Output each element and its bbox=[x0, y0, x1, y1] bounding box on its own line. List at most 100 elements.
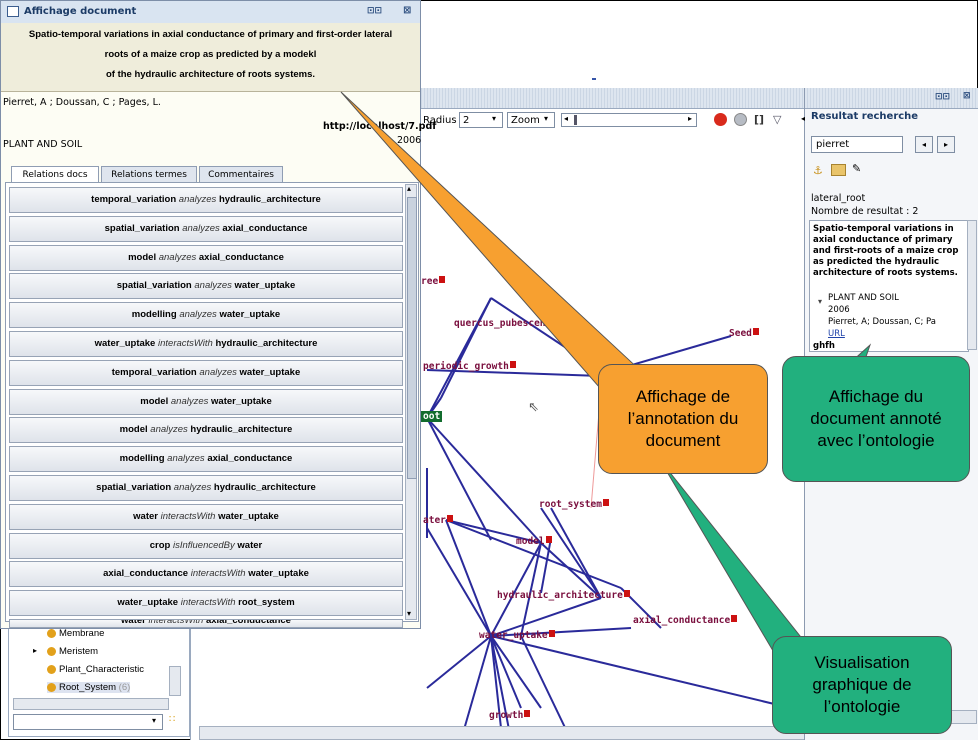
relation-predicate: analyzes bbox=[194, 280, 232, 292]
tree-expand-icon[interactable]: ▾ bbox=[818, 297, 822, 306]
scroll-down-icon[interactable]: ▾ bbox=[407, 609, 411, 618]
relation-object: axial_conductance bbox=[207, 453, 293, 465]
relation-row[interactable]: model analyzes axial_conductance bbox=[9, 244, 403, 271]
graph-callout: Visualisation graphique de l’ontologie bbox=[772, 636, 952, 734]
node-seed[interactable]: Seed bbox=[729, 328, 759, 339]
pencil-icon[interactable]: ✎ bbox=[852, 162, 861, 175]
relation-object: hydraulic_architecture bbox=[218, 194, 321, 205]
relation-row[interactable]: model analyzes water_uptake bbox=[9, 388, 403, 415]
relation-predicate: analyzes bbox=[199, 366, 237, 378]
tab-commentaires[interactable]: Commentaires bbox=[199, 166, 283, 182]
node-axial-conductance[interactable]: axial_conductance bbox=[633, 615, 738, 626]
result-scrollbar[interactable] bbox=[967, 220, 977, 350]
relation-predicate: interactsWith bbox=[148, 619, 204, 626]
tree-collapsed-icon[interactable]: ▸ bbox=[33, 646, 37, 655]
anchor-icon[interactable]: ⚓ bbox=[813, 164, 823, 177]
relation-object: water_uptake bbox=[234, 280, 296, 292]
relation-row[interactable]: spatial_variation analyzes water_uptake bbox=[9, 273, 403, 300]
result-count: Nombre de resultat : 2 bbox=[811, 206, 919, 217]
tab-relations-docs[interactable]: Relations docs bbox=[11, 166, 99, 182]
relation-predicate: interactsWith bbox=[190, 568, 246, 580]
result-doc-title[interactable]: Spatio-temporal variations in axial cond… bbox=[813, 224, 965, 279]
node-water-uptake[interactable]: water_uptake bbox=[479, 630, 555, 641]
relation-subject: water_uptake bbox=[94, 338, 156, 349]
collapse-icon[interactable]: ◂ bbox=[801, 114, 805, 123]
tree-filter-select[interactable]: ▾ bbox=[13, 714, 163, 730]
node-growth[interactable]: growth bbox=[489, 710, 531, 721]
relation-row[interactable]: spatial_variation analyzes axial_conduct… bbox=[9, 215, 403, 242]
scroll-up-icon[interactable]: ▴ bbox=[407, 184, 411, 193]
scroll-thumb[interactable] bbox=[407, 197, 417, 479]
relation-row[interactable]: water_uptake interactsWith hydraulic_arc… bbox=[9, 331, 403, 357]
tree-item-plant-characteristic[interactable]: Plant_Characteristic bbox=[47, 664, 144, 675]
result-url-link[interactable]: URL bbox=[828, 329, 845, 339]
relation-object: water_uptake bbox=[239, 366, 301, 378]
relation-row[interactable]: crop isInfluencedBy water bbox=[9, 532, 403, 559]
relation-row[interactable]: water interactsWith water_uptake bbox=[9, 503, 403, 530]
relation-row[interactable]: temporal_variation analyzes hydraulic_ar… bbox=[9, 187, 403, 213]
relation-row[interactable]: modelling analyzes water_uptake bbox=[9, 302, 403, 329]
concept-label: lateral_root bbox=[811, 193, 866, 204]
search-input[interactable]: pierret bbox=[811, 136, 903, 153]
relation-object: water_uptake bbox=[218, 510, 279, 522]
doc-url-link[interactable]: http://localhost/7.pdf bbox=[323, 121, 436, 132]
relation-row[interactable]: modelling analyzes axial_conductance bbox=[9, 446, 403, 473]
relation-row[interactable]: temporal_variation analyzes water_uptake bbox=[9, 359, 403, 386]
doc-journal: PLANT AND SOIL bbox=[3, 139, 83, 150]
tab-relations-termes[interactable]: Relations termes bbox=[101, 166, 197, 182]
node-root-system[interactable]: root_system bbox=[539, 499, 609, 510]
node-quercus-pubescens[interactable]: quercus_pubescens bbox=[454, 318, 551, 329]
relation-object: axial_conductance bbox=[198, 251, 284, 263]
close-icon[interactable]: ⊠ bbox=[963, 91, 971, 101]
document-window-titlebar[interactable]: Affichage document ⊡⊡ ⊠ bbox=[1, 1, 420, 24]
filter-options-icon[interactable]: ∷ bbox=[169, 714, 175, 725]
tree-vertical-scrollbar[interactable] bbox=[169, 666, 181, 696]
relation-object: water_uptake bbox=[248, 568, 309, 580]
result-year: 2006 bbox=[828, 305, 850, 315]
node-model[interactable]: model bbox=[516, 536, 552, 547]
next-button[interactable]: ▸ bbox=[937, 136, 955, 153]
close-icon[interactable]: ⊠ bbox=[403, 5, 411, 16]
tree-item-root-system[interactable]: Root_System (6) bbox=[47, 682, 131, 693]
relation-row[interactable]: water interactsWith axial_conductance bbox=[9, 619, 403, 628]
node-periodic-growth[interactable]: periodic_growth bbox=[423, 361, 516, 372]
relation-row[interactable]: model analyzes hydraulic_architecture bbox=[9, 417, 403, 444]
relation-subject: axial_conductance bbox=[103, 568, 189, 580]
relations-scrollbar[interactable]: ▴ ▾ bbox=[405, 184, 417, 620]
concept-dot-icon bbox=[47, 682, 56, 692]
relation-object: axial_conductance bbox=[205, 619, 291, 626]
relation-row[interactable]: axial_conductance interactsWith water_up… bbox=[9, 561, 403, 588]
relation-subject: temporal_variation bbox=[91, 194, 177, 205]
node-oot[interactable]: oot bbox=[421, 411, 443, 422]
tree-item-membrane[interactable]: Membrane bbox=[47, 628, 104, 639]
node-ree[interactable]: ree bbox=[421, 276, 446, 287]
graph-horizontal-scrollbar[interactable] bbox=[199, 726, 805, 740]
relation-subject: water bbox=[133, 510, 158, 522]
doc-title-line3: of the hydraulic architecture of roots s… bbox=[105, 69, 316, 80]
result-title: Resultat recherche bbox=[811, 111, 919, 122]
result-list: Spatio-temporal variations in axial cond… bbox=[809, 220, 969, 352]
relation-row[interactable]: spatial_variation analyzes hydraulic_arc… bbox=[9, 475, 403, 501]
tree-horizontal-scrollbar[interactable] bbox=[13, 698, 169, 710]
relation-object: water_uptake bbox=[219, 309, 281, 321]
restore-icon[interactable]: ⊡⊡ bbox=[935, 92, 950, 102]
previous-button[interactable]: ◂ bbox=[915, 136, 933, 153]
relation-predicate: analyzes bbox=[158, 251, 197, 263]
relation-predicate: analyzes bbox=[173, 482, 212, 493]
document-callout-text: Affichage du document annoté avec l’onto… bbox=[810, 387, 942, 450]
chevron-right-icon: ▸ bbox=[943, 140, 948, 149]
restore-icon[interactable]: ⊡⊡ bbox=[367, 6, 382, 16]
relation-row[interactable]: water_uptake interactsWith root_system bbox=[9, 590, 403, 617]
relation-object: root_system bbox=[238, 597, 295, 609]
tree-item-meristem[interactable]: ▸ Meristem bbox=[33, 646, 98, 657]
window-fragment bbox=[592, 78, 596, 80]
result-extra: ghfh bbox=[813, 341, 835, 351]
node-hydraulic-architecture[interactable]: hydraulic_architecture bbox=[497, 590, 630, 601]
relation-object: water bbox=[237, 539, 263, 551]
folder-icon[interactable] bbox=[831, 164, 846, 176]
relation-subject: spatial_variation bbox=[96, 482, 172, 493]
relation-subject: crop bbox=[149, 539, 171, 551]
doc-authors: Pierret, A ; Doussan, C ; Pages, L. bbox=[3, 97, 161, 108]
node-ater[interactable]: ater bbox=[423, 515, 453, 526]
relation-subject: temporal_variation bbox=[111, 366, 197, 378]
